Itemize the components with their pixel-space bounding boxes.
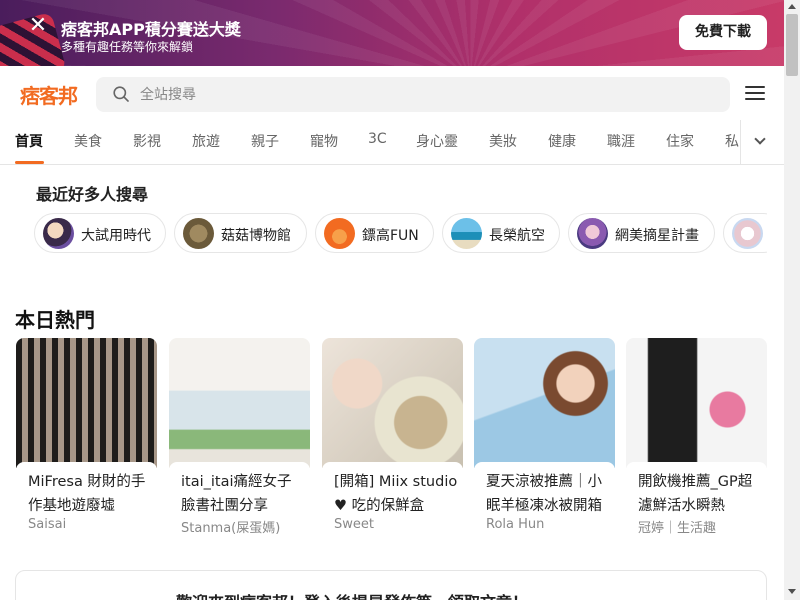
search-bar[interactable]	[96, 77, 730, 112]
tab-career[interactable]: 職涯	[607, 131, 635, 151]
search-chip[interactable]: 大試用時代	[34, 213, 166, 253]
chip-label: 大試用時代	[81, 228, 151, 244]
article-author[interactable]: Stanma(屎蛋媽)	[181, 517, 280, 536]
article-author[interactable]: Rola Hun	[486, 517, 544, 532]
active-tab-indicator	[15, 161, 44, 164]
chip-avatar	[43, 218, 74, 249]
chevron-down-icon	[754, 133, 766, 145]
tab-home-living[interactable]: 住家	[666, 131, 694, 151]
article-card-body: 開飲機推薦_GP超濾鮮活水瞬熱 冠婷｜生活趣	[626, 462, 767, 537]
article-card[interactable]: [開箱] Miix studio ♥ 吃的保鮮盒 Sweet	[322, 338, 463, 538]
article-card[interactable]: itai_itai痛經女子 臉書社團分享 Stanma(屎蛋媽)	[169, 338, 310, 538]
site-logo[interactable]: 痞客邦	[20, 80, 78, 109]
scroll-down-icon[interactable]	[788, 589, 796, 594]
article-thumbnail	[474, 338, 615, 468]
article-title[interactable]: 開飲機推薦_GP超濾鮮活水瞬熱	[638, 470, 763, 518]
article-title[interactable]: [開箱] Miix studio ♥ 吃的保鮮盒	[334, 470, 459, 518]
tab-pets[interactable]: 寵物	[310, 131, 338, 151]
tab-movies[interactable]: 影視	[133, 131, 161, 151]
article-card-body: MiFresa 財財的手作基地遊廢墟 Saisai	[16, 462, 157, 537]
search-chip[interactable]: 菇菇博物館	[174, 213, 307, 253]
chip-label: 長榮航空	[489, 228, 545, 244]
search-chip[interactable]: 網美摘星計畫	[568, 213, 715, 253]
chip-label: 菇菇博物館	[221, 228, 291, 244]
article-thumbnail	[16, 338, 157, 468]
article-thumbnail	[322, 338, 463, 468]
scroll-up-icon[interactable]	[788, 4, 796, 9]
tab-wellbeing[interactable]: 身心靈	[416, 131, 458, 151]
search-chip[interactable]: 長榮航空	[442, 213, 560, 253]
welcome-text: 歡迎來到痞客邦！登入後提昇發佈等，領取文章！	[176, 589, 528, 600]
article-author[interactable]: Saisai	[28, 517, 66, 532]
article-title[interactable]: itai_itai痛經女子 臉書社團分享	[181, 470, 306, 518]
search-icon	[113, 86, 129, 102]
chip-label: 網美摘星計畫	[615, 228, 699, 244]
search-chip[interactable]	[723, 213, 767, 253]
category-tabs: 首頁 美食 影視 旅遊 親子 寵物 3C 身心靈 美妝 健康 職涯 住家 私	[0, 120, 784, 165]
scrollbar-thumb[interactable]	[786, 14, 798, 76]
tab-beauty[interactable]: 美妝	[489, 131, 517, 151]
tabs-more-button[interactable]	[740, 120, 784, 164]
article-thumbnail	[626, 338, 767, 468]
article-card-body: itai_itai痛經女子 臉書社團分享 Stanma(屎蛋媽)	[169, 462, 310, 537]
article-card[interactable]: 夏天涼被推薦｜小眠羊極凍冰被開箱 Rola Hun	[474, 338, 615, 538]
today-hot-title: 本日熱門	[15, 308, 95, 332]
tab-health[interactable]: 健康	[548, 131, 576, 151]
article-title[interactable]: 夏天涼被推薦｜小眠羊極凍冰被開箱	[486, 470, 611, 518]
chip-avatar	[183, 218, 214, 249]
chip-avatar	[577, 218, 608, 249]
search-chip[interactable]: 鏢高FUN	[315, 213, 434, 253]
banner-subtitle: 多種有趣任務等你來解鎖	[61, 40, 194, 54]
welcome-box: 歡迎來到痞客邦！登入後提昇發佈等，領取文章！	[15, 570, 767, 600]
article-author[interactable]: Sweet	[334, 517, 374, 532]
tab-travel[interactable]: 旅遊	[192, 131, 220, 151]
banner-title: 痞客邦APP積分賽送大獎	[61, 20, 241, 39]
article-card-body: [開箱] Miix studio ♥ 吃的保鮮盒 Sweet	[322, 462, 463, 537]
article-card[interactable]: MiFresa 財財的手作基地遊廢墟 Saisai	[16, 338, 157, 538]
chip-label: 鏢高FUN	[362, 228, 419, 244]
download-button[interactable]: 免費下載	[679, 15, 767, 50]
article-card[interactable]: 開飲機推薦_GP超濾鮮活水瞬熱 冠婷｜生活趣	[626, 338, 767, 538]
article-title[interactable]: MiFresa 財財的手作基地遊廢墟	[28, 470, 153, 518]
article-card-body: 夏天涼被推薦｜小眠羊極凍冰被開箱 Rola Hun	[474, 462, 615, 537]
chip-avatar	[324, 218, 355, 249]
tab-parenting[interactable]: 親子	[251, 131, 279, 151]
app-promo-banner[interactable]: ✕ 痞客邦APP積分賽送大獎 多種有趣任務等你來解鎖 免費下載	[0, 0, 784, 66]
article-thumbnail	[169, 338, 310, 468]
tab-food[interactable]: 美食	[74, 131, 102, 151]
tab-3c[interactable]: 3C	[368, 131, 387, 147]
article-author[interactable]: 冠婷｜生活趣	[638, 517, 716, 536]
tab-home[interactable]: 首頁	[15, 131, 43, 151]
chip-avatar	[451, 218, 482, 249]
page-scrollbar[interactable]	[784, 0, 800, 600]
recent-search-chips: 大試用時代 菇菇博物館 鏢高FUN 長榮航空 網美摘星計畫	[34, 213, 767, 253]
search-input[interactable]	[140, 77, 700, 112]
hamburger-menu-icon[interactable]	[745, 86, 765, 102]
close-icon[interactable]: ✕	[26, 14, 50, 38]
tab-private[interactable]: 私	[725, 131, 739, 151]
recent-searches-title: 最近好多人搜尋	[36, 185, 149, 204]
chip-avatar	[732, 218, 763, 249]
